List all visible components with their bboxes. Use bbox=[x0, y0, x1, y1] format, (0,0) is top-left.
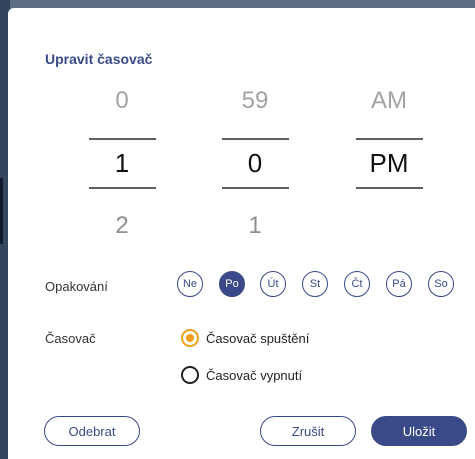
minute-selection-line-top bbox=[222, 138, 289, 140]
minute-prev-value[interactable]: 59 bbox=[210, 86, 300, 116]
timer-option-start-label: Časovač spuštění bbox=[206, 330, 310, 346]
hour-current-value[interactable]: 1 bbox=[77, 148, 167, 178]
ampm-prev-value[interactable]: AM bbox=[344, 86, 434, 116]
day-toggle-sunday[interactable]: Ne bbox=[177, 271, 203, 297]
edit-timer-dialog: Upravit časovač 0 1 2 59 0 1 AM PM Opako… bbox=[8, 8, 475, 459]
timer-option-stop[interactable]: Časovač vypnutí bbox=[181, 365, 302, 385]
dialog-title: Upravit časovač bbox=[45, 51, 153, 67]
timer-option-start[interactable]: Časovač spuštění bbox=[181, 328, 309, 348]
hour-next-value[interactable]: 2 bbox=[77, 211, 167, 241]
ampm-current-value[interactable]: PM bbox=[344, 148, 434, 178]
radio-button-unselected[interactable] bbox=[181, 366, 199, 384]
remove-button[interactable]: Odebrat bbox=[44, 416, 140, 446]
ampm-selection-line-bottom bbox=[356, 187, 423, 189]
ampm-selection-line-top bbox=[356, 138, 423, 140]
timer-option-stop-label: Časovač vypnutí bbox=[206, 367, 303, 383]
day-toggle-wednesday[interactable]: St bbox=[302, 271, 328, 297]
day-toggle-thursday[interactable]: Čt bbox=[344, 271, 370, 297]
minute-selection-line-bottom bbox=[222, 187, 289, 189]
day-toggle-saturday[interactable]: So bbox=[428, 271, 454, 297]
background-edge-accent bbox=[0, 178, 3, 244]
day-toggle-monday[interactable]: Po bbox=[219, 271, 245, 297]
hour-selection-line-top bbox=[89, 138, 156, 140]
day-toggle-friday[interactable]: Pá bbox=[386, 271, 412, 297]
cancel-button[interactable]: Zrušit bbox=[260, 416, 356, 446]
repeat-label: Opakování bbox=[45, 279, 108, 294]
day-toggle-tuesday[interactable]: Út bbox=[260, 271, 286, 297]
hour-selection-line-bottom bbox=[89, 187, 156, 189]
save-button[interactable]: Uložit bbox=[371, 416, 467, 446]
minute-next-value[interactable]: 1 bbox=[210, 211, 300, 241]
radio-button-selected[interactable] bbox=[181, 329, 199, 347]
hour-prev-value[interactable]: 0 bbox=[77, 86, 167, 116]
timer-label: Časovač bbox=[45, 331, 96, 346]
minute-current-value[interactable]: 0 bbox=[210, 148, 300, 178]
